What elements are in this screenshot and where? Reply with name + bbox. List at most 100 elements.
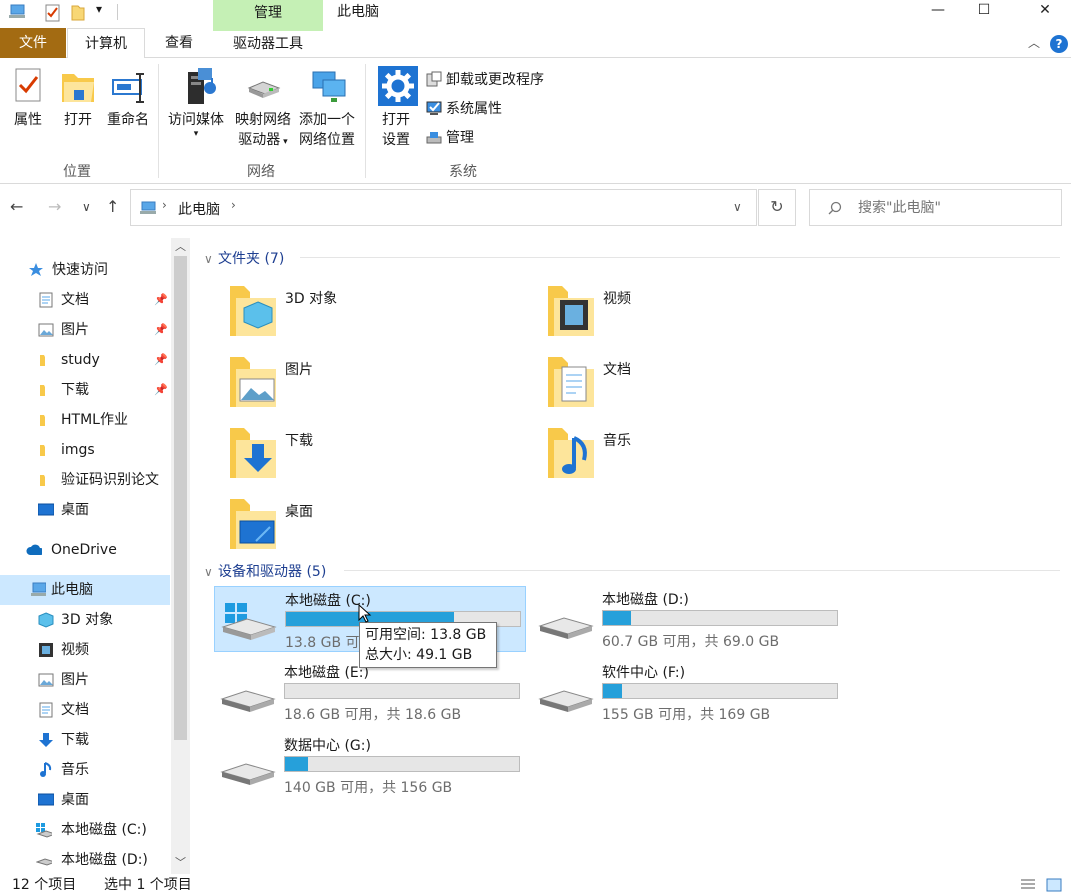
folders-section-header[interactable]: ∨ 文件夹 (7) bbox=[204, 248, 284, 268]
drives-section-header[interactable]: ∨ 设备和驱动器 (5) bbox=[204, 561, 326, 581]
folder-documents[interactable]: 文档 bbox=[518, 349, 818, 415]
scroll-up-icon[interactable]: ︿ bbox=[175, 238, 186, 254]
open-label: 打开 bbox=[64, 112, 92, 128]
folder-3d-objects[interactable]: 3D 对象 bbox=[200, 278, 500, 344]
nav-item-html-homework[interactable]: HTML作业 bbox=[0, 405, 170, 435]
drive-e[interactable]: 本地磁盘 (E:) 18.6 GB 可用，共 18.6 GB bbox=[214, 659, 526, 725]
address-dropdown-icon[interactable]: ∨ bbox=[733, 200, 742, 214]
nav-pc-downloads[interactable]: 下载 bbox=[0, 725, 170, 755]
navigation-pane: 快速访问 文档 📌 图片 📌 study 📌 下载 📌 HTML作业 imgs … bbox=[0, 238, 190, 874]
nav-item-documents[interactable]: 文档 📌 bbox=[0, 285, 170, 315]
nav-item-desktop[interactable]: 桌面 bbox=[0, 495, 170, 525]
nav-pc-music[interactable]: 音乐 bbox=[0, 755, 170, 785]
status-selected-count: 选中 1 个项目 bbox=[104, 877, 192, 893]
drive-name: 本地磁盘 (E:) bbox=[284, 665, 369, 681]
nav-item-pictures[interactable]: 图片 📌 bbox=[0, 315, 170, 345]
help-icon[interactable]: ? bbox=[1050, 35, 1068, 53]
properties-quick-icon[interactable] bbox=[44, 4, 62, 22]
drive-icon bbox=[538, 617, 594, 639]
drive-usage-bar bbox=[284, 683, 520, 699]
properties-button[interactable]: 属性 bbox=[8, 66, 48, 130]
nav-quick-access[interactable]: 快速访问 bbox=[0, 255, 170, 285]
drive-usage-fill bbox=[285, 757, 308, 771]
tab-computer[interactable]: 计算机 bbox=[67, 28, 145, 59]
search-box[interactable] bbox=[809, 189, 1062, 226]
drive-icon bbox=[220, 690, 276, 712]
folder-music[interactable]: 音乐 bbox=[518, 420, 818, 486]
uninstall-button[interactable]: 卸载或更改程序 bbox=[426, 69, 544, 91]
large-icons-view-icon[interactable] bbox=[1046, 878, 1062, 892]
open-button[interactable]: 打开 bbox=[58, 66, 98, 130]
access-media-button[interactable]: 访问媒体 ▾ bbox=[164, 66, 228, 139]
up-arrow-icon[interactable]: ↑ bbox=[106, 197, 119, 216]
quick-access-dropdown[interactable]: ▾ bbox=[96, 2, 102, 16]
map-drive-dropdown-icon[interactable]: ▾ bbox=[280, 137, 288, 147]
nav-item-label: 图片 bbox=[61, 322, 89, 338]
open-settings-button[interactable]: 打开 设置 bbox=[374, 66, 418, 150]
nav-pc-3d-objects[interactable]: 3D 对象 bbox=[0, 605, 170, 635]
tab-view[interactable]: 查看 bbox=[147, 28, 211, 58]
breadcrumb-this-pc[interactable]: 此电脑 bbox=[178, 199, 220, 219]
search-input[interactable] bbox=[858, 198, 1053, 218]
address-bar[interactable]: › 此电脑 › ∨ bbox=[130, 189, 757, 226]
nav-pc-pictures[interactable]: 图片 bbox=[0, 665, 170, 695]
minimize-button[interactable]: — bbox=[915, 0, 961, 22]
nav-pc-documents[interactable]: 文档 bbox=[0, 695, 170, 725]
drive-f[interactable]: 软件中心 (F:) 155 GB 可用，共 169 GB bbox=[532, 659, 844, 725]
nav-scrollbar[interactable]: ︿ ﹀ bbox=[171, 238, 190, 874]
nav-item-captcha-paper[interactable]: 验证码识别论文 bbox=[0, 465, 170, 495]
nav-pc-videos[interactable]: 视频 bbox=[0, 635, 170, 665]
forward-arrow-icon[interactable]: → bbox=[48, 197, 61, 216]
pc-icon bbox=[31, 582, 46, 596]
pin-icon: 📌 bbox=[154, 383, 168, 396]
access-media-dropdown-icon[interactable]: ▾ bbox=[164, 130, 228, 139]
nav-this-pc[interactable]: 此电脑 bbox=[0, 575, 170, 605]
nav-item-downloads[interactable]: 下载 📌 bbox=[0, 375, 170, 405]
scroll-down-icon[interactable]: ﹀ bbox=[175, 854, 186, 870]
close-button[interactable]: ✕ bbox=[1022, 0, 1068, 22]
rename-label: 重命名 bbox=[107, 112, 149, 128]
drive-icon bbox=[36, 858, 52, 866]
folder-icon bbox=[40, 475, 45, 486]
drive-g[interactable]: 数据中心 (G:) 140 GB 可用，共 156 GB bbox=[214, 732, 526, 798]
back-arrow-icon[interactable]: ← bbox=[10, 197, 23, 216]
folder-name: 3D 对象 bbox=[285, 291, 338, 307]
folder-pictures[interactable]: 图片 bbox=[200, 349, 500, 415]
desktop-icon bbox=[38, 503, 54, 516]
nav-pc-desktop[interactable]: 桌面 bbox=[0, 785, 170, 815]
manage-icon bbox=[426, 132, 442, 144]
folder-downloads[interactable]: 下载 bbox=[200, 420, 500, 486]
map-network-drive-button[interactable]: 映射网络 驱动器 ▾ bbox=[232, 66, 294, 152]
system-properties-button[interactable]: 系统属性 bbox=[426, 98, 502, 120]
nav-item-study[interactable]: study 📌 bbox=[0, 345, 170, 375]
tab-drive-tools[interactable]: 驱动器工具 bbox=[213, 28, 323, 58]
breadcrumb-chevron-icon[interactable]: › bbox=[162, 198, 167, 212]
nav-item-label: 桌面 bbox=[61, 792, 89, 808]
add-network-location-button[interactable]: 添加一个 网络位置 bbox=[296, 66, 358, 150]
maximize-button[interactable]: ☐ bbox=[961, 0, 1007, 22]
drive-icon bbox=[538, 690, 594, 712]
nav-onedrive-label: OneDrive bbox=[51, 542, 117, 558]
recent-locations-chevron-icon[interactable]: ∨ bbox=[82, 200, 91, 214]
manage-button[interactable]: 管理 bbox=[426, 127, 474, 149]
nav-pc-drive-d[interactable]: 本地磁盘 (D:) bbox=[0, 845, 170, 875]
system-properties-label: 系统属性 bbox=[446, 101, 502, 117]
details-view-icon[interactable] bbox=[1020, 878, 1036, 892]
tab-file[interactable]: 文件 bbox=[0, 28, 66, 58]
refresh-icon[interactable]: ↻ bbox=[758, 189, 796, 226]
new-folder-quick-icon[interactable] bbox=[70, 4, 86, 22]
folder-videos[interactable]: 视频 bbox=[518, 278, 818, 344]
nav-pc-drive-c[interactable]: 本地磁盘 (C:) bbox=[0, 815, 170, 845]
folder-desktop[interactable]: 桌面 bbox=[200, 491, 500, 557]
cloud-icon bbox=[26, 544, 42, 555]
nav-item-label: 本地磁盘 (D:) bbox=[61, 852, 148, 868]
nav-item-imgs[interactable]: imgs bbox=[0, 435, 170, 465]
collapse-chevron-icon[interactable]: ∨ bbox=[204, 565, 218, 579]
rename-button[interactable]: 重命名 bbox=[104, 66, 152, 130]
nav-scrollbar-thumb[interactable] bbox=[174, 256, 187, 740]
ribbon-collapse-icon[interactable]: ︿ bbox=[1028, 34, 1040, 51]
nav-onedrive[interactable]: OneDrive bbox=[0, 535, 170, 565]
breadcrumb-chevron-icon[interactable]: › bbox=[231, 198, 236, 212]
drive-d[interactable]: 本地磁盘 (D:) 60.7 GB 可用，共 69.0 GB bbox=[532, 586, 844, 652]
collapse-chevron-icon[interactable]: ∨ bbox=[204, 252, 218, 266]
